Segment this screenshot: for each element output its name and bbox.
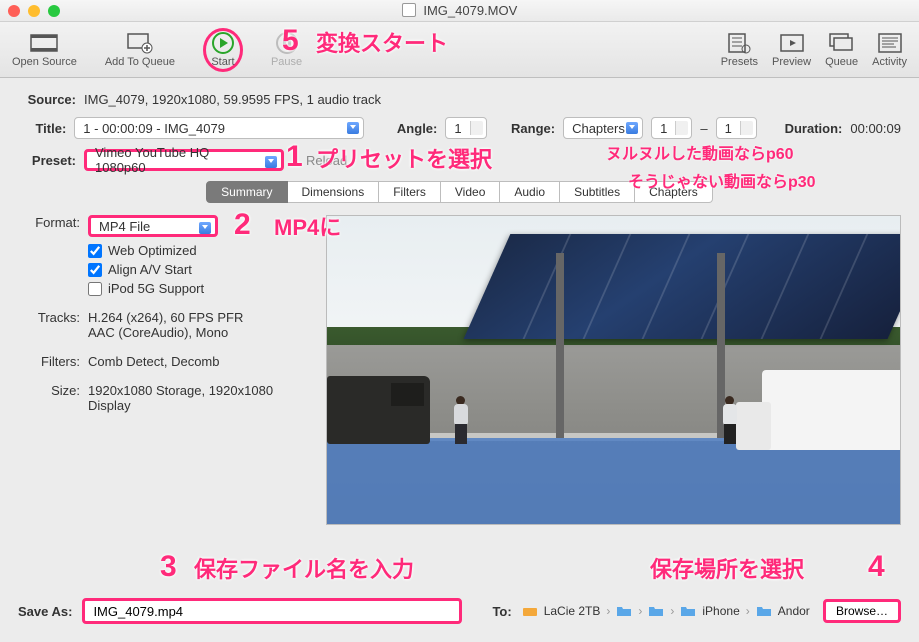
title-text: IMG_4079.MOV bbox=[423, 3, 517, 18]
checkbox-icon[interactable] bbox=[88, 263, 102, 277]
annotation-number-4: 4 bbox=[868, 550, 885, 584]
annotation-number-3: 3 bbox=[160, 550, 177, 584]
activity-button[interactable]: Activity bbox=[872, 32, 907, 68]
angle-select[interactable]: 1 bbox=[445, 117, 486, 139]
preset-reload[interactable]: Reload bbox=[306, 153, 347, 168]
checkbox-icon[interactable] bbox=[88, 244, 102, 258]
add-to-queue-label: Add To Queue bbox=[105, 56, 175, 68]
save-as-label: Save As: bbox=[18, 604, 72, 619]
preview-label: Preview bbox=[772, 56, 811, 68]
range-label: Range: bbox=[511, 121, 555, 136]
duration-value: 00:00:09 bbox=[850, 121, 901, 136]
tab-dimensions[interactable]: Dimensions bbox=[288, 181, 380, 203]
tab-bar: Summary Dimensions Filters Video Audio S… bbox=[18, 181, 901, 203]
tracks-label: Tracks: bbox=[18, 310, 80, 325]
destination-path[interactable]: LaCie 2TB› › › iPhone› Andor bbox=[522, 604, 813, 618]
size-value: 1920x1080 Storage, 1920x1080 Display bbox=[88, 383, 308, 413]
ipod-check[interactable]: iPod 5G Support bbox=[88, 281, 308, 296]
tab-filters[interactable]: Filters bbox=[379, 181, 441, 203]
pause-button: Pause bbox=[271, 32, 302, 68]
tracks-value: H.264 (x264), 60 FPS PFR AAC (CoreAudio)… bbox=[88, 310, 308, 340]
pause-label: Pause bbox=[271, 56, 302, 68]
activity-icon bbox=[876, 32, 904, 54]
annotation-text-4: 保存場所を選択 bbox=[650, 552, 804, 584]
tab-summary[interactable]: Summary bbox=[206, 181, 287, 203]
align-av-check[interactable]: Align A/V Start bbox=[88, 262, 308, 277]
window-titlebar: IMG_4079.MOV bbox=[0, 0, 919, 22]
duration-label: Duration: bbox=[785, 121, 843, 136]
preset-label: Preset: bbox=[18, 153, 76, 168]
open-source-label: Open Source bbox=[12, 56, 77, 68]
preset-select[interactable]: Vimeo YouTube HQ 1080p60 bbox=[84, 149, 284, 171]
source-value: IMG_4079, 1920x1080, 59.9595 FPS, 1 audi… bbox=[84, 92, 381, 107]
preview-button[interactable]: Preview bbox=[772, 32, 811, 68]
range-mode-select[interactable]: Chapters bbox=[563, 117, 643, 139]
preview-icon bbox=[778, 32, 806, 54]
tab-audio[interactable]: Audio bbox=[500, 181, 560, 203]
checkbox-icon[interactable] bbox=[88, 282, 102, 296]
pause-icon bbox=[273, 32, 301, 54]
title-label: Title: bbox=[18, 121, 66, 136]
browse-button[interactable]: Browse… bbox=[823, 599, 901, 623]
presets-button[interactable]: Presets bbox=[721, 32, 758, 68]
summary-left: Format: MP4 File Web Optimized Align A/V… bbox=[18, 215, 308, 525]
web-optimized-check[interactable]: Web Optimized bbox=[88, 243, 308, 258]
folder-icon bbox=[680, 605, 696, 617]
source-label: Source: bbox=[18, 92, 76, 107]
start-button[interactable]: Start bbox=[203, 28, 243, 72]
to-label: To: bbox=[492, 604, 511, 619]
format-label: Format: bbox=[18, 215, 80, 230]
video-preview bbox=[326, 215, 901, 525]
range-dash: – bbox=[700, 121, 707, 136]
film-icon bbox=[30, 32, 58, 54]
document-icon bbox=[402, 3, 416, 17]
angle-label: Angle: bbox=[397, 121, 437, 136]
activity-label: Activity bbox=[872, 56, 907, 68]
queue-add-icon bbox=[126, 32, 154, 54]
queue-icon bbox=[828, 32, 856, 54]
tab-video[interactable]: Video bbox=[441, 181, 500, 203]
tab-subtitles[interactable]: Subtitles bbox=[560, 181, 635, 203]
queue-label: Queue bbox=[825, 56, 858, 68]
play-icon bbox=[209, 32, 237, 54]
save-bar: Save As: To: LaCie 2TB› › › iPhone› Ando… bbox=[0, 598, 919, 624]
filters-value: Comb Detect, Decomb bbox=[88, 354, 308, 369]
window-title: IMG_4079.MOV bbox=[0, 3, 919, 18]
queue-button[interactable]: Queue bbox=[825, 32, 858, 68]
drive-icon bbox=[522, 605, 538, 617]
annotation-text-3: 保存ファイル名を入力 bbox=[194, 552, 414, 584]
tab-chapters[interactable]: Chapters bbox=[635, 181, 713, 203]
add-to-queue-button[interactable]: Add To Queue bbox=[105, 32, 175, 68]
title-select[interactable]: 1 - 00:00:09 - IMG_4079 bbox=[74, 117, 364, 139]
size-label: Size: bbox=[18, 383, 80, 398]
folder-icon bbox=[756, 605, 772, 617]
save-as-input[interactable] bbox=[82, 598, 462, 624]
toolbar: Open Source Add To Queue Start Pause Pre… bbox=[0, 22, 919, 78]
presets-icon bbox=[725, 32, 753, 54]
filters-label: Filters: bbox=[18, 354, 80, 369]
presets-label: Presets bbox=[721, 56, 758, 68]
start-label: Start bbox=[211, 56, 234, 68]
open-source-button[interactable]: Open Source bbox=[12, 32, 77, 68]
range-to[interactable]: 1 bbox=[716, 117, 757, 139]
main-content: Source: IMG_4079, 1920x1080, 59.9595 FPS… bbox=[0, 78, 919, 535]
range-from[interactable]: 1 bbox=[651, 117, 692, 139]
format-select[interactable]: MP4 File bbox=[88, 215, 218, 237]
folder-icon bbox=[616, 605, 632, 617]
folder-icon bbox=[648, 605, 664, 617]
